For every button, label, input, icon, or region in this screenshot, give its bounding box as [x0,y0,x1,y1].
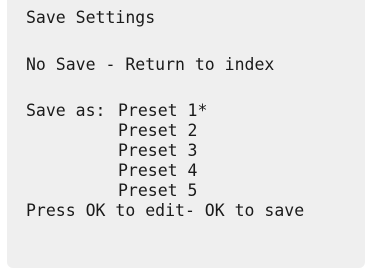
preset-3-option[interactable]: Preset 3 [118,141,197,161]
save-settings-screen: Save Settings No Save - Return to index … [7,0,365,268]
screen-title: Save Settings [26,8,156,27]
preset-4-option[interactable]: Preset 4 [118,161,197,181]
no-save-option[interactable]: No Save - Return to index [26,55,274,75]
preset-2-option[interactable]: Preset 2 [118,121,197,141]
save-as-label: Save as: [26,101,106,120]
footer-hint: Press OK to edit- OK to save [26,201,305,220]
preset-1-option[interactable]: Preset 1* [118,101,207,121]
preset-5-option[interactable]: Preset 5 [118,181,197,201]
